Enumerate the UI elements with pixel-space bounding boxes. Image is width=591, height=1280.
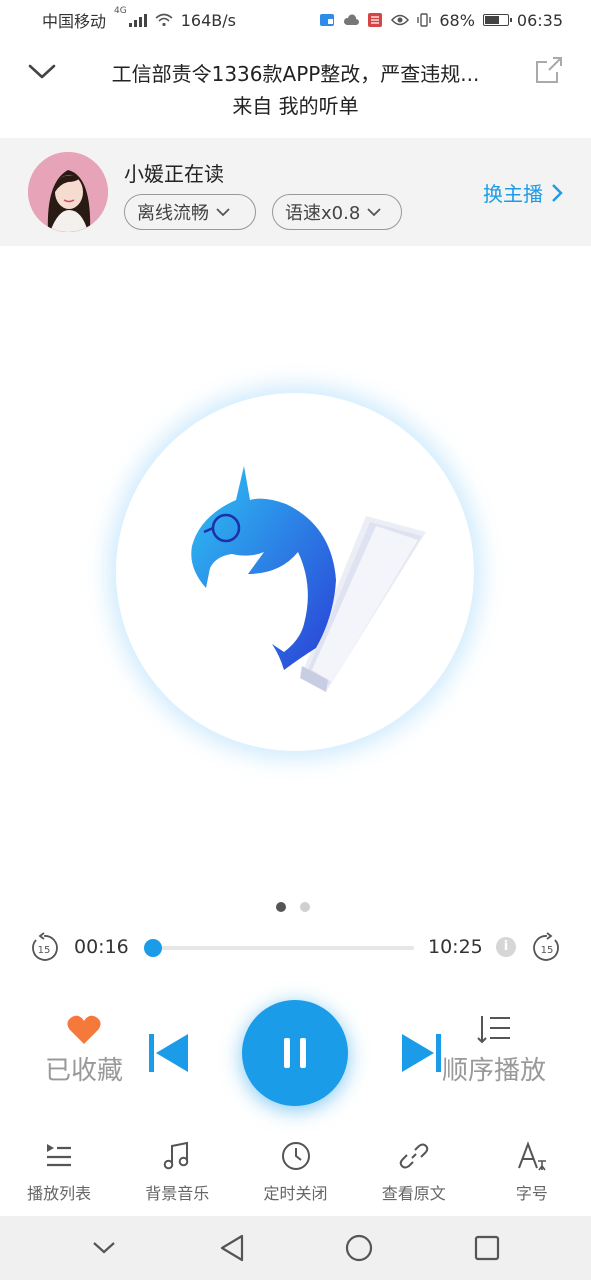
status-right: 68% 06:35 — [319, 11, 563, 30]
current-time: 00:16 — [74, 936, 129, 958]
chevron-right-icon — [552, 183, 563, 202]
pause-icon — [284, 1038, 306, 1068]
clock-time: 06:35 — [516, 10, 563, 30]
progress-slider[interactable] — [143, 939, 414, 957]
skip-previous-icon — [149, 1034, 188, 1072]
back-triangle-icon — [220, 1234, 243, 1262]
info-icon[interactable]: i — [496, 937, 516, 957]
nav-home-button[interactable] — [339, 1228, 379, 1268]
network-speed: 164B/s — [180, 10, 236, 30]
total-time: 10:25 — [428, 936, 483, 958]
rewind-seconds: 15 — [38, 945, 51, 956]
offline-mode-label: 离线流畅 — [137, 203, 209, 224]
vibrate-icon — [417, 12, 432, 28]
signal-icon — [128, 13, 147, 27]
play-order-button[interactable]: 顺序播放 — [432, 1014, 556, 1087]
playlist-icon — [47, 1144, 72, 1167]
battery-percent: 68% — [439, 10, 475, 30]
speed-dropdown[interactable]: 语速x0.8 — [272, 194, 402, 230]
rewind-15-button[interactable]: 15 — [28, 932, 60, 964]
chevron-down-icon — [367, 208, 381, 217]
share-button[interactable] — [533, 54, 565, 86]
page-dot[interactable] — [300, 902, 310, 912]
sequential-play-icon — [477, 1016, 510, 1044]
font-size-icon — [517, 1141, 546, 1171]
bottom-toolbar: 播放列表 背景音乐 定时关闭 查看原文 字号 — [0, 1140, 591, 1216]
collapse-button[interactable] — [26, 56, 58, 88]
progress-thumb[interactable] — [143, 939, 162, 957]
anchor-bar: 小媛正在读 离线流畅 语速x0.8 换主播 — [0, 138, 591, 246]
chevron-down-icon — [28, 64, 56, 79]
forward-15-button[interactable]: 15 — [531, 932, 563, 964]
nav-recents-button[interactable] — [467, 1228, 507, 1268]
favorite-button[interactable]: 已收藏 — [36, 1014, 132, 1087]
heart-icon — [67, 1015, 101, 1044]
view-original-label: 查看原文 — [381, 1184, 446, 1203]
page-dot[interactable] — [276, 902, 286, 912]
article-title: 工信部责令1336款APP整改，严查违规... — [111, 62, 480, 86]
pause-button[interactable] — [242, 1000, 348, 1106]
fast-forward-icon: 15 — [533, 932, 559, 961]
status-bar: 中国移动 4G 164B/s 68% 06:35 — [0, 0, 591, 40]
battery-fill — [484, 16, 500, 24]
sleep-timer-label: 定时关闭 — [263, 1184, 328, 1203]
switch-anchor-label: 换主播 — [483, 182, 543, 206]
clock-icon — [281, 1142, 310, 1170]
carrier-name: 中国移动 — [42, 12, 107, 31]
player-header: 工信部责令1336款APP整改，严查违规... 来自 我的听单 — [0, 46, 591, 136]
offline-mode-dropdown[interactable]: 离线流畅 — [124, 194, 256, 230]
speed-label: 语速x0.8 — [285, 203, 361, 224]
link-icon — [399, 1143, 428, 1169]
previous-button[interactable] — [146, 1030, 192, 1076]
page-indicator — [276, 902, 310, 912]
dolphin-logo-icon — [191, 466, 426, 692]
background-music-label: 背景音乐 — [145, 1184, 210, 1203]
anchor-avatar[interactable] — [28, 152, 108, 232]
forward-seconds: 15 — [541, 945, 554, 956]
playlist-button[interactable]: 播放列表 — [0, 1140, 118, 1216]
sleep-timer-button[interactable]: 定时关闭 — [236, 1140, 354, 1216]
system-nav-bar — [0, 1216, 591, 1280]
playback-controls: 已收藏 顺序播放 — [0, 996, 591, 1116]
cloud-icon — [343, 14, 360, 26]
eye-icon — [391, 14, 410, 26]
nav-back-button[interactable] — [212, 1228, 252, 1268]
chevron-down-icon — [216, 208, 230, 217]
font-size-label: 字号 — [515, 1184, 548, 1203]
view-original-button[interactable]: 查看原文 — [355, 1140, 473, 1216]
share-icon — [536, 57, 562, 83]
nav-hide-button[interactable] — [84, 1228, 124, 1268]
rewind-icon: 15 — [32, 932, 58, 961]
background-music-button[interactable]: 背景音乐 — [118, 1140, 236, 1216]
switch-anchor-button[interactable]: 换主播 — [483, 178, 563, 207]
progress-row: 15 00:16 10:25 i 15 — [0, 928, 591, 968]
playlist-label: 播放列表 — [27, 1184, 92, 1203]
wifi-icon — [155, 13, 173, 27]
battery-icon — [482, 14, 512, 26]
font-size-button[interactable]: 字号 — [473, 1140, 591, 1216]
music-note-icon — [163, 1141, 189, 1170]
article-source: 来自 我的听单 — [232, 94, 359, 118]
app-notification-icon — [367, 12, 383, 28]
network-type: 4G — [114, 6, 127, 16]
reader-label: 小媛正在读 — [124, 162, 224, 186]
home-circle-icon — [346, 1234, 373, 1262]
favorite-label: 已收藏 — [44, 1056, 123, 1086]
play-order-label: 顺序播放 — [441, 1056, 546, 1086]
status-left: 中国移动 4G 164B/s — [42, 6, 236, 32]
chevron-down-icon — [93, 1242, 115, 1254]
recents-square-icon — [475, 1235, 500, 1261]
notification-icon — [319, 13, 335, 27]
